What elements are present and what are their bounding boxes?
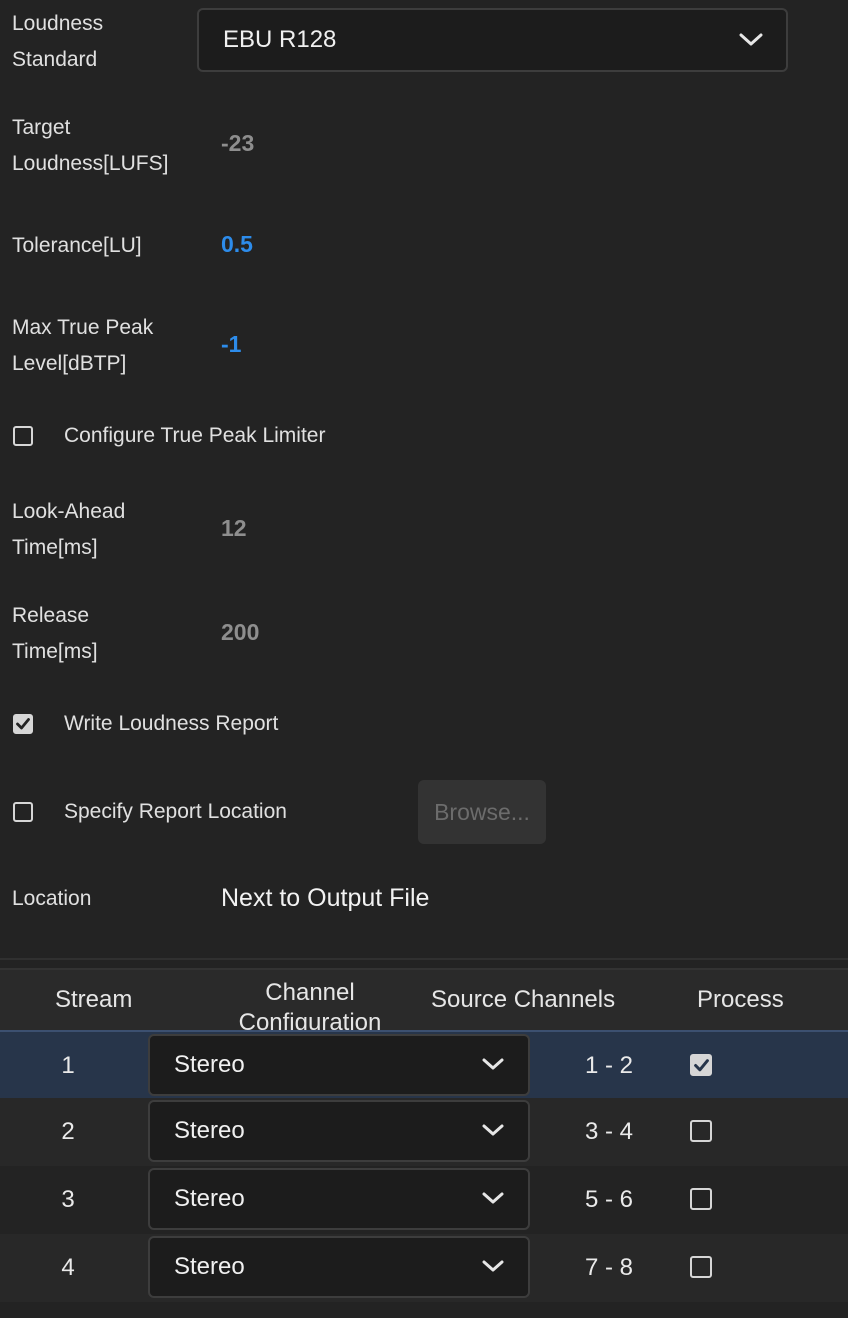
specify-location-label: Specify Report Location (64, 800, 287, 823)
max-true-peak-label: Max True Peak Level[dBTP] (12, 316, 154, 375)
look-ahead-label: Look-Ahead Time[ms] (12, 500, 126, 559)
channel-config-value: Stereo (174, 1051, 245, 1078)
column-header-source-channels[interactable]: Source Channels (431, 986, 615, 1014)
process-checkbox[interactable] (690, 1256, 712, 1278)
stream-table-header: Stream Channel Configuration Source Chan… (0, 968, 848, 1030)
look-ahead-value: 12 (221, 515, 247, 541)
tolerance-value[interactable]: 0.5 (221, 231, 253, 258)
loudness-standard-label: Loudness Standard (12, 12, 104, 71)
target-loudness-value: -23 (221, 130, 255, 156)
channel-config-dropdown[interactable]: Stereo (148, 1168, 530, 1230)
target-loudness-label: Target Loudness[LUFS] (12, 116, 169, 175)
write-report-checkbox[interactable] (13, 714, 33, 734)
write-report-label: Write Loudness Report (64, 712, 279, 735)
section-divider (0, 958, 848, 960)
stream-number: 4 (61, 1254, 75, 1281)
release-time-label: Release Time[ms] (12, 604, 98, 663)
loudness-standard-dropdown[interactable]: EBU R128 (197, 8, 788, 72)
process-checkbox[interactable] (690, 1054, 712, 1076)
location-label: Location (12, 887, 92, 910)
specify-location-checkbox[interactable] (13, 802, 33, 822)
channel-config-dropdown[interactable]: Stereo (148, 1236, 530, 1298)
chevron-down-icon (480, 1057, 506, 1073)
stream-number: 3 (61, 1186, 75, 1213)
source-channels-value: 3 - 4 (584, 1118, 634, 1145)
release-time-value: 200 (221, 619, 260, 645)
source-channels-value: 1 - 2 (584, 1052, 634, 1079)
tolerance-label: Tolerance[LU] (12, 234, 142, 257)
table-row[interactable]: 2 Stereo 3 - 4 (0, 1098, 848, 1166)
stream-number: 1 (61, 1052, 75, 1079)
source-channels-value: 5 - 6 (584, 1186, 634, 1213)
table-row[interactable]: 4 Stereo 7 - 8 (0, 1234, 848, 1302)
max-true-peak-value[interactable]: -1 (221, 331, 241, 358)
channel-config-dropdown[interactable]: Stereo (148, 1034, 530, 1096)
process-checkbox[interactable] (690, 1120, 712, 1142)
chevron-down-icon (480, 1259, 506, 1275)
chevron-down-icon (480, 1191, 506, 1207)
source-channels-value: 7 - 8 (584, 1254, 634, 1281)
location-value: Next to Output File (221, 884, 430, 912)
channel-config-value: Stereo (174, 1253, 245, 1280)
chevron-down-icon (480, 1123, 506, 1139)
channel-config-value: Stereo (174, 1185, 245, 1212)
column-header-process[interactable]: Process (697, 986, 784, 1014)
loudness-standard-value: EBU R128 (223, 26, 337, 53)
column-header-stream[interactable]: Stream (55, 986, 132, 1014)
configure-limiter-label: Configure True Peak Limiter (64, 424, 326, 447)
stream-number: 2 (61, 1118, 75, 1145)
process-checkbox[interactable] (690, 1188, 712, 1210)
table-row[interactable]: 1 Stereo 1 - 2 (0, 1030, 848, 1098)
column-header-channel-configuration[interactable]: Channel Configuration (228, 978, 392, 1030)
configure-limiter-checkbox[interactable] (13, 426, 33, 446)
browse-button[interactable]: Browse... (418, 780, 546, 844)
checkmark-icon (16, 718, 30, 730)
channel-config-value: Stereo (174, 1117, 245, 1144)
table-row[interactable]: 3 Stereo 5 - 6 (0, 1166, 848, 1234)
chevron-down-icon (738, 32, 764, 48)
checkmark-icon (693, 1058, 709, 1071)
channel-config-dropdown[interactable]: Stereo (148, 1100, 530, 1162)
